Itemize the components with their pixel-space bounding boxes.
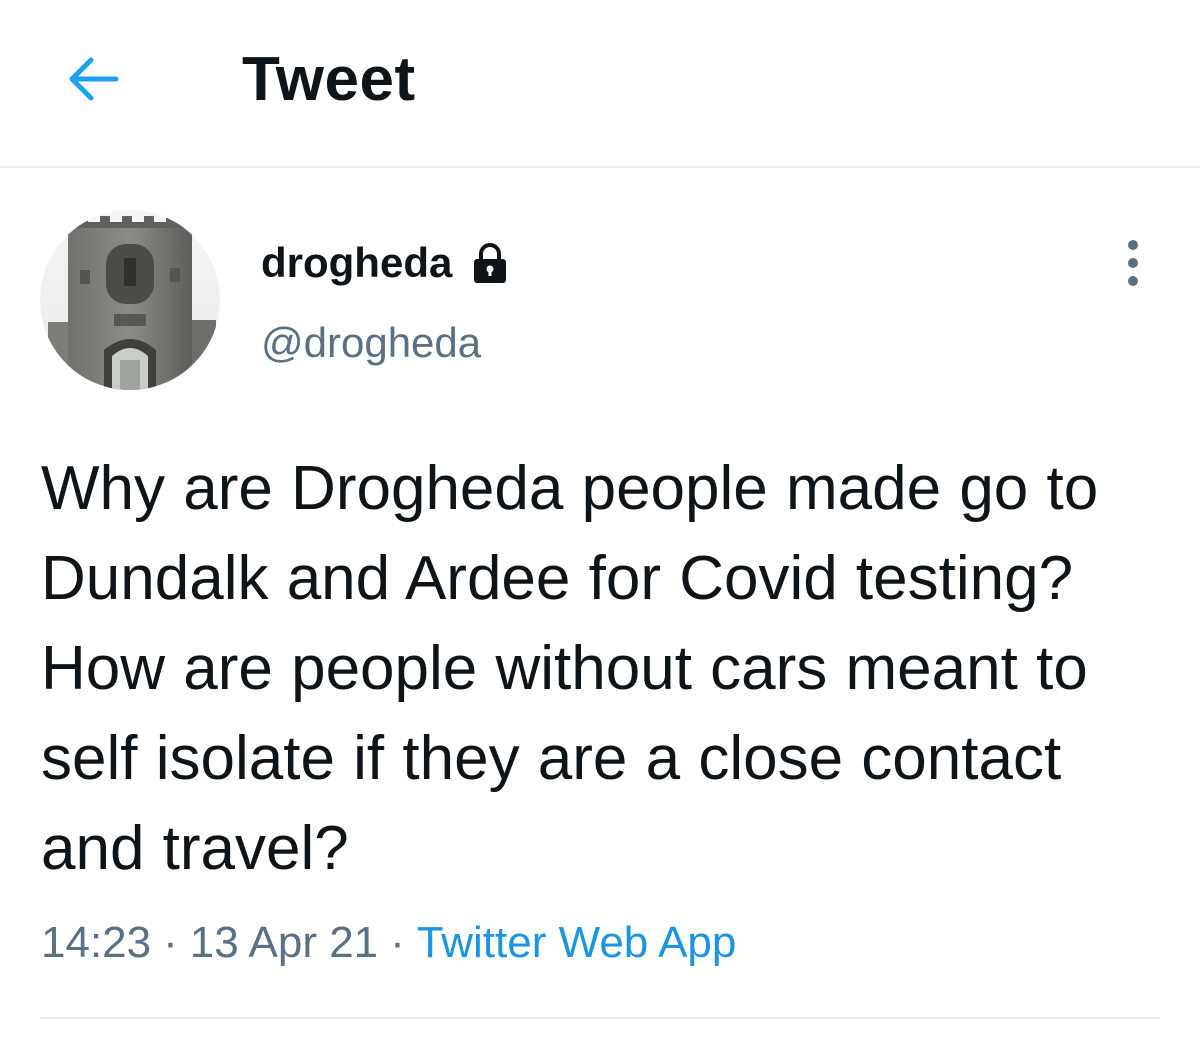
display-name[interactable]: drogheda <box>261 238 452 288</box>
separator-dot: · <box>163 918 178 967</box>
tweet-date[interactable]: 13 Apr 21 <box>190 918 378 967</box>
tweet-text: Why are Drogheda people made go to Dunda… <box>41 454 1099 883</box>
more-vertical-icon <box>1128 240 1138 286</box>
top-bar: Tweet <box>0 0 1200 168</box>
arrow-left-icon <box>69 57 119 101</box>
divider <box>40 1017 1160 1019</box>
avatar[interactable] <box>40 210 220 390</box>
back-button[interactable] <box>55 45 131 113</box>
username-handle[interactable]: @drogheda <box>261 318 481 368</box>
page-title: Tweet <box>242 45 416 114</box>
author-name-row: drogheda <box>261 238 512 288</box>
tweet-metadata: 14:23 · 13 Apr 21 · Twitter Web App <box>41 916 736 970</box>
separator-dot: · <box>390 918 405 967</box>
stone-gate-photo <box>40 210 220 390</box>
tweet-time[interactable]: 14:23 <box>41 918 151 967</box>
lock-icon <box>468 241 512 285</box>
tweet-source-link[interactable]: Twitter Web App <box>417 918 737 967</box>
tweet-detail: drogheda @drogheda Why are Drogheda peop… <box>0 168 1200 1043</box>
more-options-button[interactable] <box>1110 238 1156 288</box>
